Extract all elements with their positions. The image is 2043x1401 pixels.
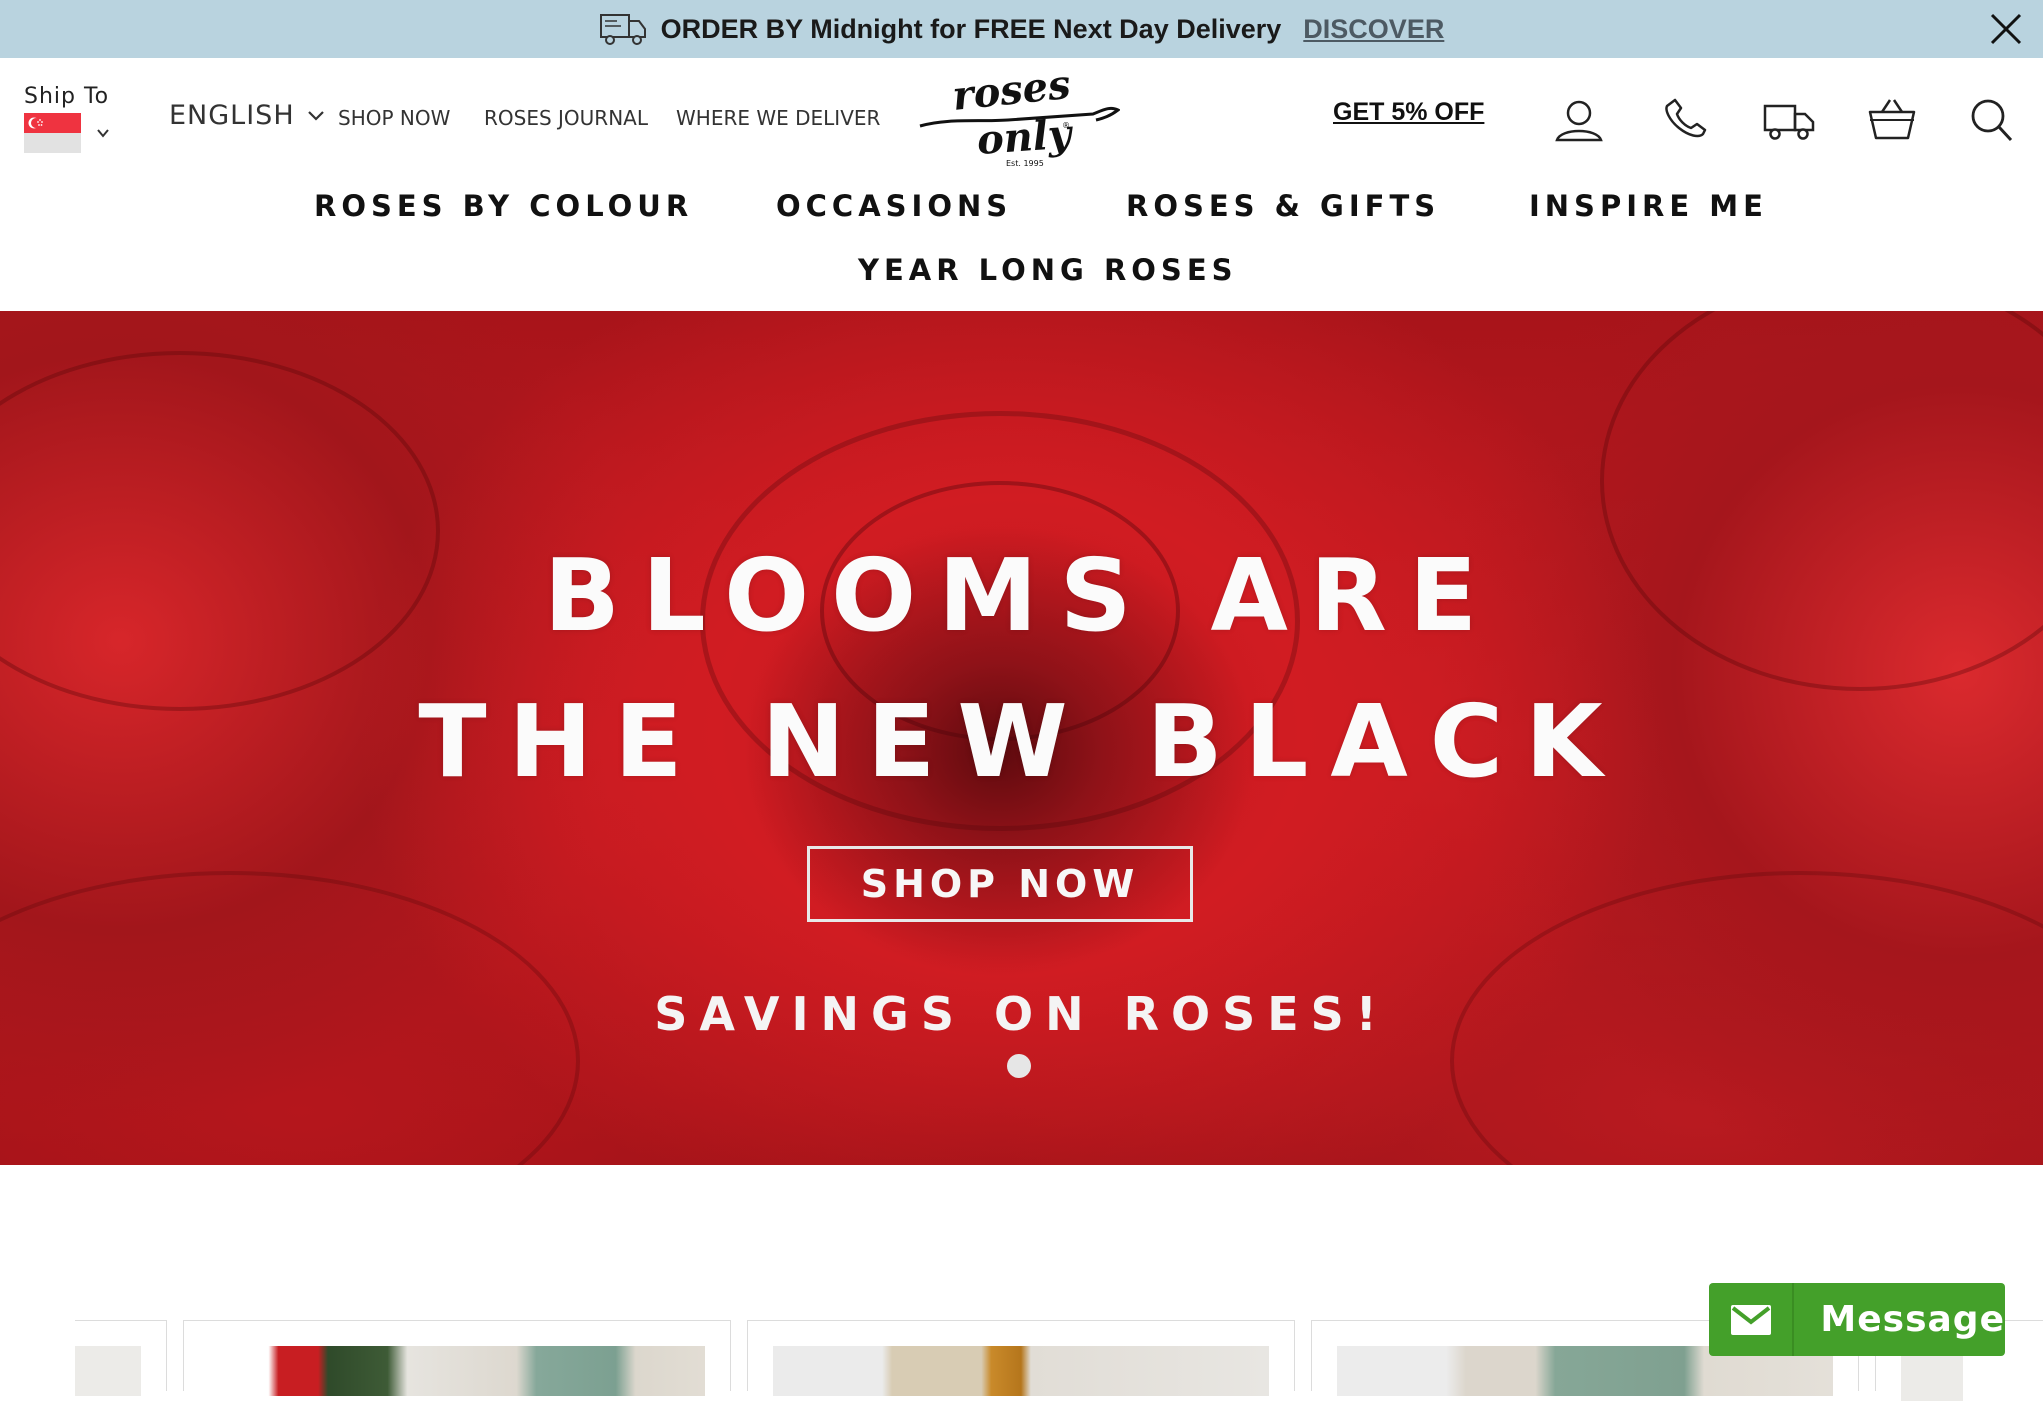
message-label: Message <box>1820 1299 2005 1340</box>
announcement-bar: ORDER BY Midnight for FREE Next Day Deli… <box>0 0 2043 58</box>
message-chat-button[interactable]: Message <box>1709 1283 2005 1356</box>
ship-to-selector[interactable]: Ship To <box>24 84 111 153</box>
hero-title-line1: BLOOMS ARE <box>543 537 1500 654</box>
close-icon[interactable] <box>1987 10 2025 48</box>
get-discount-link[interactable]: GET 5% OFF <box>1333 98 1484 127</box>
search-icon[interactable] <box>1966 96 2018 144</box>
singapore-flag-icon <box>24 113 81 153</box>
chevron-down-icon <box>97 129 109 138</box>
delivery-truck-icon[interactable] <box>1763 96 1815 144</box>
discover-link[interactable]: DISCOVER <box>1303 14 1444 45</box>
basket-icon[interactable] <box>1866 96 1918 144</box>
top-link-where-we-deliver[interactable]: WHERE WE DELIVER <box>676 106 880 130</box>
carousel-dot[interactable] <box>1007 1054 1031 1078</box>
top-link-roses-journal[interactable]: ROSES JOURNAL <box>484 106 648 130</box>
product-image <box>75 1346 141 1396</box>
announcement-text: ORDER BY Midnight for FREE Next Day Deli… <box>660 13 1282 44</box>
language-selector[interactable]: ENGLISH <box>169 100 325 131</box>
nav-roses-by-colour[interactable]: ROSES BY COLOUR <box>314 189 693 223</box>
ship-to-label: Ship To <box>24 84 110 109</box>
product-image <box>209 1346 705 1396</box>
account-icon[interactable] <box>1553 96 1605 144</box>
nav-occasions[interactable]: OCCASIONS <box>776 189 1012 223</box>
nav-year-long-roses[interactable]: YEAR LONG ROSES <box>858 253 1238 287</box>
top-link-shop-now[interactable]: SHOP NOW <box>338 106 450 130</box>
hero-shop-now-button[interactable]: SHOP NOW <box>807 846 1193 922</box>
nav-roses-and-gifts[interactable]: ROSES & GIFTS <box>1126 189 1440 223</box>
hero-subtitle: SAVINGS ON ROSES! <box>654 987 1389 1041</box>
hero-title-line2: THE NEW BLACK <box>418 683 1625 800</box>
svg-text:only: only <box>975 110 1075 164</box>
language-label: ENGLISH <box>169 100 295 131</box>
hero-banner[interactable]: BLOOMS ARE THE NEW BLACK SHOP NOW SAVING… <box>0 311 2043 1165</box>
product-card[interactable] <box>747 1320 1295 1396</box>
product-card[interactable] <box>75 1320 167 1396</box>
phone-icon[interactable] <box>1659 96 1711 144</box>
product-card[interactable] <box>183 1320 731 1396</box>
product-image <box>773 1346 1269 1396</box>
nav-inspire-me[interactable]: INSPIRE ME <box>1529 189 1768 223</box>
chevron-down-icon <box>307 110 324 121</box>
envelope-icon <box>1730 1304 1771 1335</box>
delivery-truck-icon <box>599 14 646 45</box>
roses-only-logo[interactable]: roses only ® Est. 1995 <box>918 66 1120 170</box>
svg-text:®: ® <box>1062 121 1070 130</box>
logo-est: Est. 1995 <box>1006 159 1044 168</box>
